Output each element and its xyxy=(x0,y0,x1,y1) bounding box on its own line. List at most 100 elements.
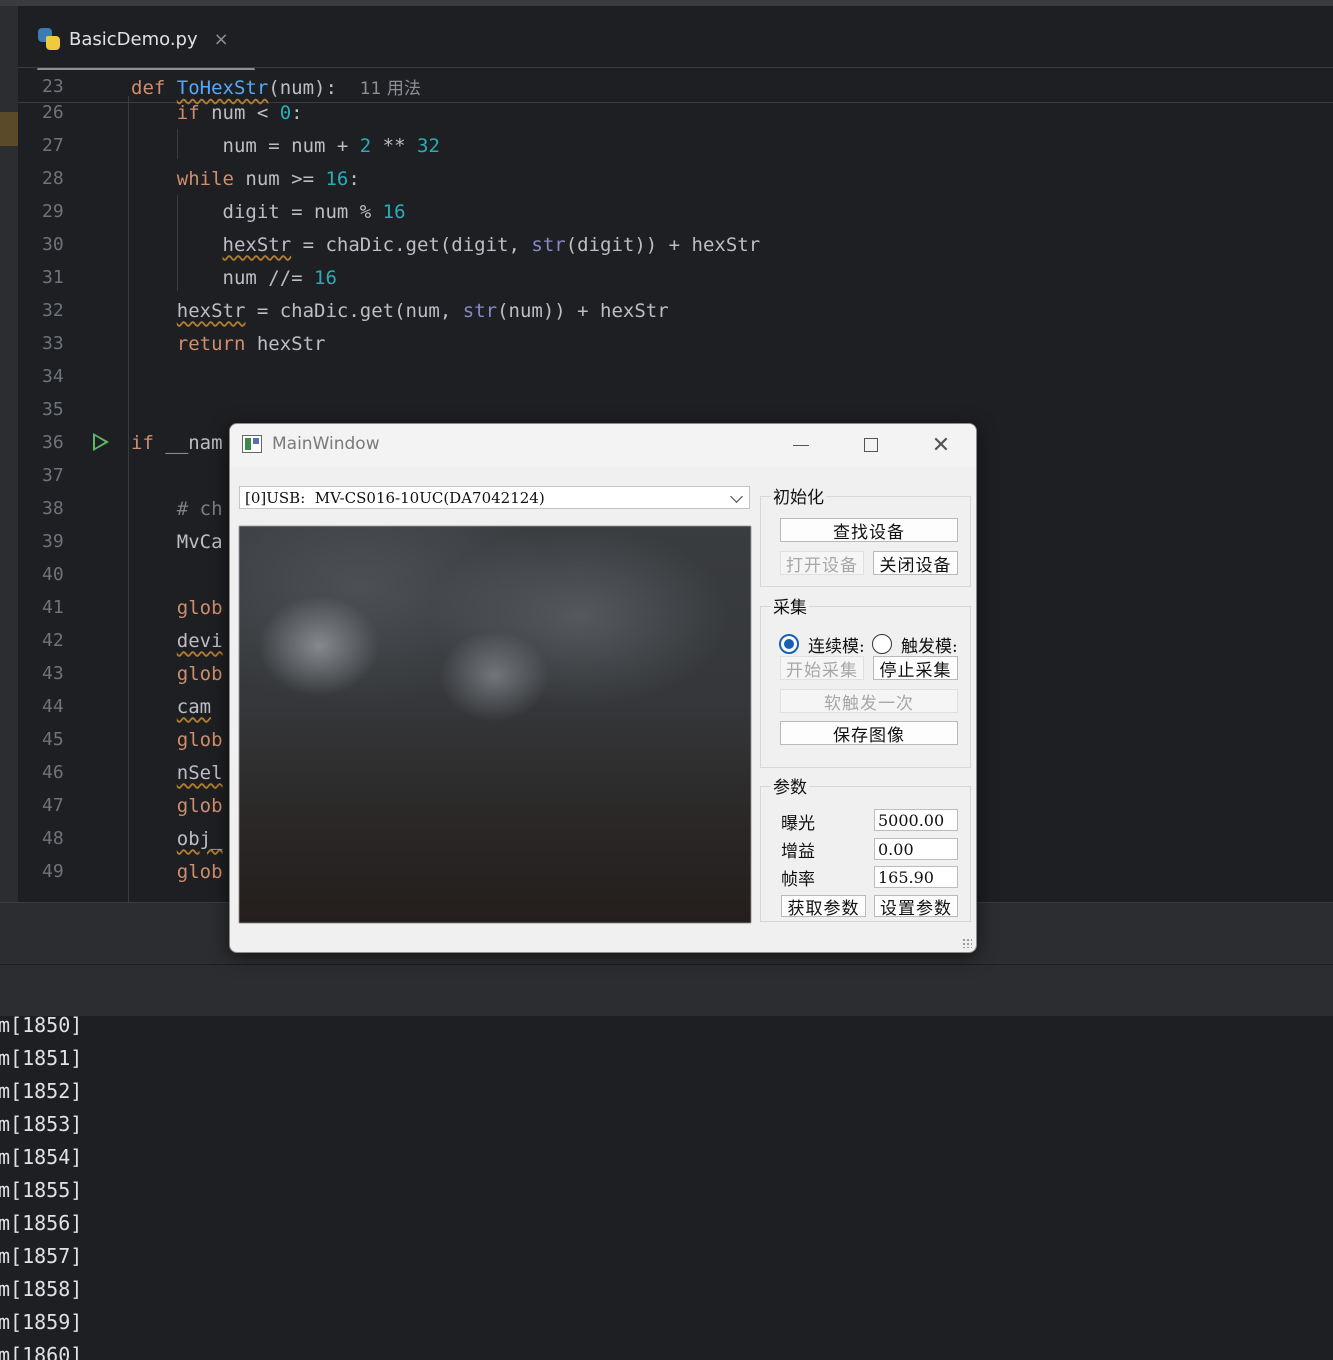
code-text: hexStr = chaDic.get(num, str(num)) + hex… xyxy=(176,299,669,322)
line-number: 46 xyxy=(42,762,64,783)
camera-preview xyxy=(239,526,751,923)
tab-label: BasicDemo.py xyxy=(69,28,198,50)
code-text: glob xyxy=(131,794,223,817)
line-number: 30 xyxy=(42,234,64,255)
line-number: 37 xyxy=(42,465,64,486)
params-group-title: 参数 xyxy=(771,773,809,798)
save-image-button[interactable]: 保存图像 xyxy=(780,721,958,746)
console-line: m[1853] xyxy=(0,1111,83,1136)
close-icon: ✕ xyxy=(931,432,951,458)
gain-label: 增益 xyxy=(781,842,815,862)
radio-unchecked-icon xyxy=(872,634,892,654)
device-select[interactable]: [0]USB: MV-CS016-10UC(DA7042124) xyxy=(239,486,750,509)
find-device-button[interactable]: 查找设备 xyxy=(780,518,958,543)
line-number: 34 xyxy=(42,366,64,387)
close-device-button[interactable]: 关闭设备 xyxy=(873,551,958,576)
code-text: while num >= 16: xyxy=(131,167,360,190)
close-icon[interactable]: × xyxy=(214,29,229,50)
code-text: glob xyxy=(131,728,223,751)
line-number: 44 xyxy=(42,696,64,717)
console-line: m[1855] xyxy=(0,1177,83,1202)
continuous-mode-label: 连续模: xyxy=(808,636,865,657)
params-group: 参数 曝光 5000.00 增益 0.00 帧率 165.90 获取参数 设置参… xyxy=(760,773,971,922)
editor-tab-bar: BasicDemo.py × xyxy=(18,6,1333,72)
line-number: 39 xyxy=(42,531,64,552)
code-text: devi xyxy=(176,629,223,652)
maximize-icon xyxy=(864,438,878,452)
code-text: glob xyxy=(131,860,223,883)
window-title: MainWindow xyxy=(272,434,380,454)
code-text: nSel xyxy=(176,761,223,784)
radio-checked-icon xyxy=(779,634,799,654)
console-line: m[1850] xyxy=(0,1016,83,1037)
console-line: m[1852] xyxy=(0,1078,83,1103)
code-text: if num < 0: xyxy=(131,101,303,124)
line-number: 23 xyxy=(42,76,64,97)
console-line: m[1854] xyxy=(0,1144,83,1169)
trigger-mode-label: 触发模: xyxy=(901,636,958,657)
line-number: 27 xyxy=(42,135,64,156)
stop-grab-button[interactable]: 停止采集 xyxy=(873,656,958,681)
line-number: 41 xyxy=(42,597,64,618)
exposure-input[interactable]: 5000.00 xyxy=(874,809,958,831)
line-number: 32 xyxy=(42,300,64,321)
python-file-icon xyxy=(38,28,60,50)
line-number: 48 xyxy=(42,828,64,849)
line-number: 47 xyxy=(42,795,64,816)
run-gutter-icon[interactable] xyxy=(93,433,109,451)
indent-guide xyxy=(128,96,129,902)
init-group: 初始化 查找设备 打开设备 关闭设备 xyxy=(760,483,971,587)
acquisition-group-title: 采集 xyxy=(771,593,809,618)
acquisition-group: 采集 连续模: 触发模: 开始采集 停止采集 软触发一次 保存图像 xyxy=(760,593,971,768)
code-text: # ch xyxy=(131,497,223,520)
chevron-down-icon xyxy=(730,490,743,503)
open-device-button[interactable]: 打开设备 xyxy=(780,551,864,576)
line-number: 29 xyxy=(42,201,64,222)
code-text: glob xyxy=(131,662,223,685)
line-number: 38 xyxy=(42,498,64,519)
trigger-mode-radio[interactable]: 触发模: xyxy=(872,633,958,657)
code-text: if __nam xyxy=(131,431,223,454)
get-params-button[interactable]: 获取参数 xyxy=(781,895,866,919)
console-line: m[1851] xyxy=(0,1045,83,1070)
line-number: 35 xyxy=(42,399,64,420)
code-text: num //= 16 xyxy=(131,266,337,289)
maximize-button[interactable] xyxy=(848,428,894,462)
code-text: glob xyxy=(131,596,223,619)
window-close-button[interactable]: ✕ xyxy=(918,428,964,462)
code-text: cam xyxy=(176,695,212,718)
device-select-value: [0]USB: MV-CS016-10UC(DA7042124) xyxy=(245,488,545,507)
resize-grip-icon[interactable] xyxy=(962,938,972,948)
line-number: 40 xyxy=(42,564,64,585)
code-text: obj_ xyxy=(176,827,223,850)
window-titlebar[interactable]: MainWindow ✕ xyxy=(230,424,976,466)
indent-guide xyxy=(177,129,178,159)
line-number: 42 xyxy=(42,630,64,651)
line-number: 28 xyxy=(42,168,64,189)
code-text: digit = num % 16 xyxy=(131,200,406,223)
exposure-label: 曝光 xyxy=(781,814,815,834)
code-text: return hexStr xyxy=(131,332,326,355)
continuous-mode-radio[interactable]: 连续模: xyxy=(779,633,865,657)
code-text: MvCa xyxy=(131,530,223,553)
line-number: 33 xyxy=(42,333,64,354)
run-console[interactable]: m[1850] m[1851] m[1852] m[1853] m[1854] m[185… xyxy=(0,1016,1333,1360)
line-number: 26 xyxy=(42,102,64,123)
tab-basicdemo[interactable]: BasicDemo.py × xyxy=(38,24,229,54)
line-number: 49 xyxy=(42,861,64,882)
line-number: 43 xyxy=(42,663,64,684)
main-window: MainWindow ✕ [0]USB: MV-CS016-10UC(DA704… xyxy=(229,423,977,953)
console-line: m[1857] xyxy=(0,1243,83,1268)
console-line: m[1858] xyxy=(0,1276,83,1301)
console-line: m[1860] xyxy=(0,1342,83,1360)
gain-input[interactable]: 0.00 xyxy=(874,838,958,860)
minimize-button[interactable] xyxy=(778,428,824,462)
start-grab-button[interactable]: 开始采集 xyxy=(780,656,864,681)
frame-rate-input[interactable]: 165.90 xyxy=(874,866,958,888)
set-params-button[interactable]: 设置参数 xyxy=(874,895,958,919)
line-number: 45 xyxy=(42,729,64,750)
frame-rate-label: 帧率 xyxy=(781,870,815,890)
minimize-icon xyxy=(793,444,809,446)
line-number: 36 xyxy=(42,432,64,453)
soft-trigger-button[interactable]: 软触发一次 xyxy=(780,689,958,714)
